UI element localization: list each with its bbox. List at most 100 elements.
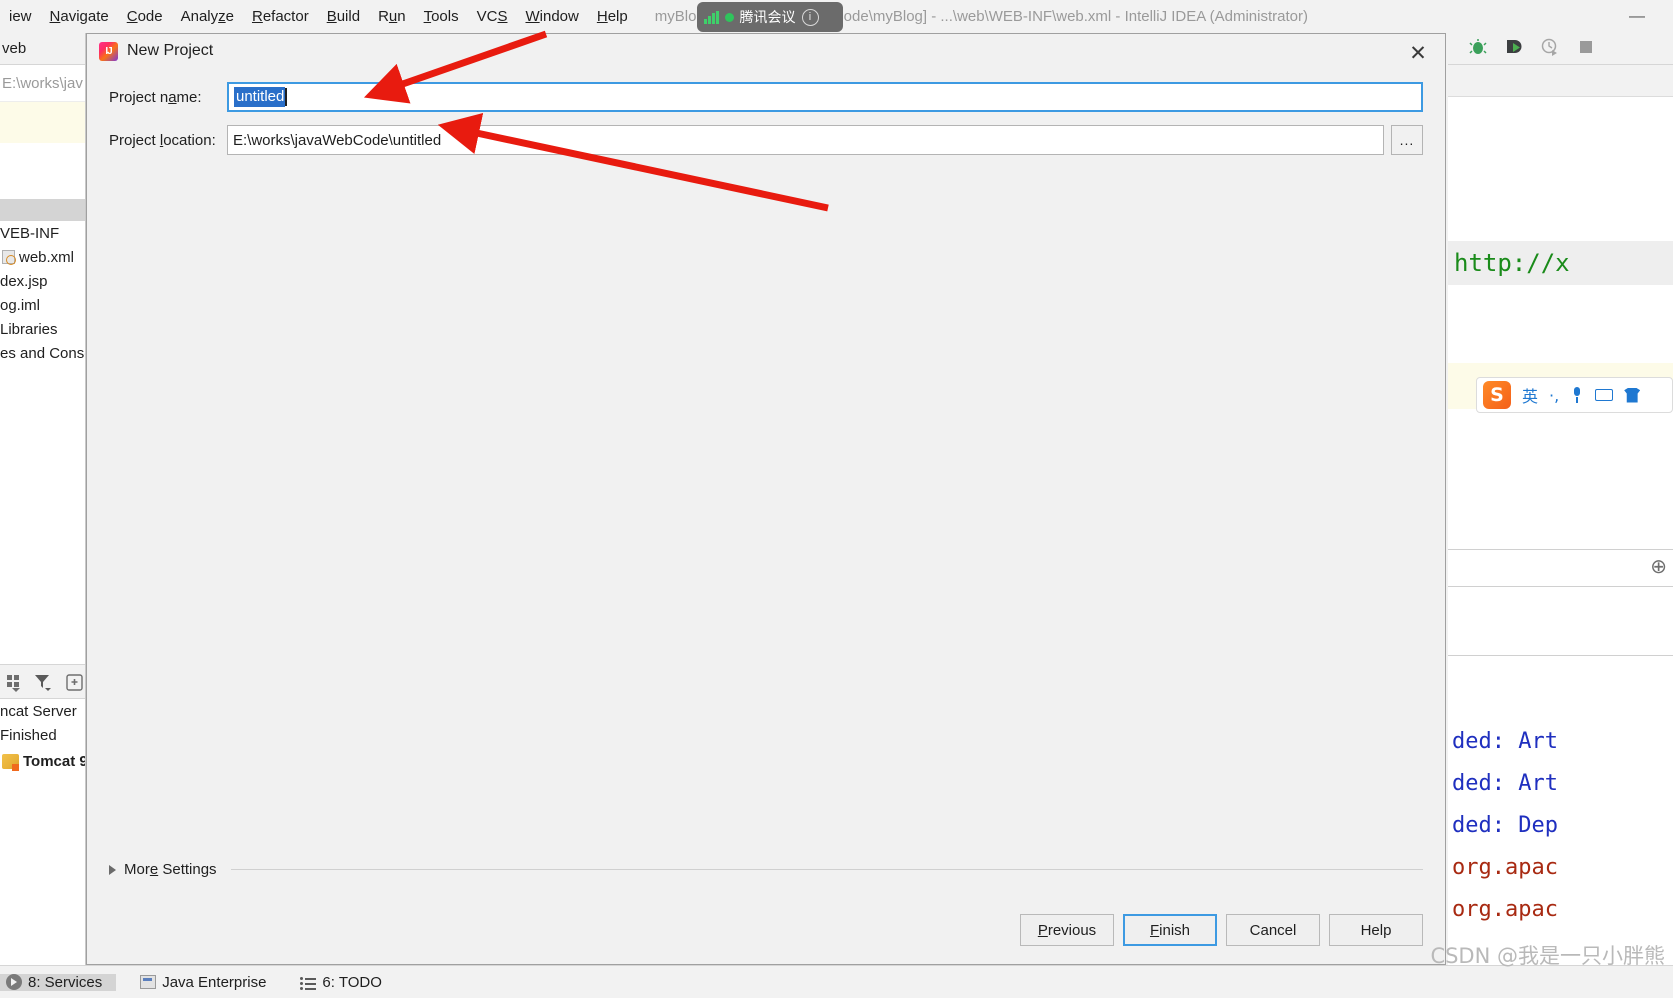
project-tab-strip[interactable]: veb bbox=[0, 33, 85, 65]
close-icon[interactable]: ✕ bbox=[1403, 40, 1433, 66]
grid-view-icon[interactable] bbox=[6, 672, 21, 692]
tree-item-iml[interactable]: og.iml bbox=[0, 293, 85, 317]
more-settings-toggle[interactable]: More Settings bbox=[109, 861, 1423, 878]
cancel-button[interactable]: Cancel bbox=[1226, 914, 1320, 946]
tomcat-label: Tomcat 9 bbox=[23, 752, 85, 770]
menu-item-help[interactable]: Help bbox=[588, 5, 637, 28]
project-location-row: Project location: E:\works\javaWebCode\u… bbox=[109, 125, 1423, 155]
tree-item-label: VEB-INF bbox=[0, 224, 60, 242]
label-part: ocation: bbox=[163, 131, 216, 149]
editor-blank-top bbox=[1448, 97, 1673, 241]
status-item-label: 8: Services bbox=[28, 973, 103, 991]
add-circle-icon[interactable]: ⊕ bbox=[1650, 554, 1667, 579]
editor-area: http://x ⊕ ded: Art ded: Art ded: Dep or… bbox=[1448, 33, 1673, 965]
menu-item-window[interactable]: Window bbox=[516, 5, 587, 28]
tree-item-webinf[interactable]: VEB-INF bbox=[0, 221, 85, 245]
previous-button[interactable]: Previous bbox=[1020, 914, 1114, 946]
run-icon[interactable] bbox=[1504, 37, 1524, 61]
dialog-body: Project name: untitled Project location:… bbox=[87, 68, 1445, 808]
panel-selected-row bbox=[0, 199, 85, 221]
project-name-value: untitled bbox=[234, 87, 286, 107]
project-name-label: Project name: bbox=[109, 89, 227, 106]
console-text: org.apac bbox=[1452, 896, 1558, 922]
new-project-dialog: New Project ✕ Project name: untitled Pro… bbox=[86, 33, 1446, 965]
status-item-todo[interactable]: 6: TODO bbox=[294, 974, 395, 991]
menu-item-view[interactable]: iew bbox=[0, 5, 41, 28]
filter-icon[interactable] bbox=[33, 672, 53, 692]
button-label: inish bbox=[1159, 921, 1191, 939]
status-item-java-enterprise[interactable]: Java Enterprise bbox=[134, 974, 280, 991]
run-toolbar bbox=[1448, 33, 1673, 65]
more-settings-label: More Settings bbox=[124, 861, 217, 878]
project-location-input[interactable]: E:\works\javaWebCode\untitled bbox=[227, 125, 1384, 155]
services-tomcat-row[interactable]: Tomcat 9 bbox=[0, 747, 85, 775]
xml-file-icon bbox=[2, 250, 16, 265]
project-location-label: Project location: bbox=[109, 132, 227, 149]
console-line: ded: Art bbox=[1448, 762, 1673, 804]
menu-item-vcs[interactable]: VCS bbox=[468, 5, 517, 28]
text-caret bbox=[285, 88, 287, 106]
status-item-label: Java Enterprise bbox=[162, 973, 267, 991]
todo-icon bbox=[300, 975, 317, 990]
ime-mode-toggle[interactable]: 英 bbox=[1522, 383, 1538, 407]
status-dot-icon bbox=[724, 12, 734, 22]
services-status-label: Finished bbox=[0, 723, 85, 747]
menu-item-navigate[interactable]: Navigate bbox=[41, 5, 118, 28]
menu-item-refactor[interactable]: Refactor bbox=[243, 5, 318, 28]
run-history-icon[interactable] bbox=[1540, 37, 1560, 61]
skin-icon[interactable] bbox=[1624, 387, 1641, 403]
console-text: ded: Art bbox=[1452, 770, 1558, 796]
tree-item-indexjsp[interactable]: dex.jsp bbox=[0, 269, 85, 293]
tree-item-label: web.xml bbox=[19, 248, 75, 266]
button-mnemonic: F bbox=[1149, 921, 1160, 939]
intellij-idea-icon bbox=[99, 41, 118, 61]
status-item-label: 6: TODO bbox=[322, 973, 382, 991]
tree-item-modules-consoles[interactable]: es and Conso bbox=[0, 341, 85, 365]
code-line-namespace[interactable]: http://x bbox=[1448, 241, 1673, 285]
tree-item-libraries[interactable]: Libraries bbox=[0, 317, 85, 341]
finish-button[interactable]: Finish bbox=[1123, 914, 1217, 946]
panel-highlight-band bbox=[0, 101, 85, 143]
signal-bars-icon bbox=[704, 10, 719, 24]
button-label: Cancel bbox=[1249, 921, 1297, 939]
label-part: Project n bbox=[109, 88, 169, 106]
project-name-row: Project name: untitled bbox=[109, 82, 1423, 112]
button-label: revious bbox=[1047, 921, 1097, 939]
console-blank bbox=[1448, 587, 1673, 655]
editor-blank-mid bbox=[1448, 285, 1673, 363]
tencent-meeting-widget[interactable]: 腾讯会议 i bbox=[697, 2, 843, 32]
keyboard-icon[interactable] bbox=[1595, 389, 1614, 401]
console-line: org.apac bbox=[1448, 888, 1673, 930]
status-bar: 8: Services Java Enterprise 6: TODO bbox=[0, 965, 1673, 998]
services-toolbar bbox=[0, 665, 85, 699]
add-icon[interactable] bbox=[65, 672, 85, 692]
menu-item-analyze[interactable]: Analyze bbox=[172, 5, 243, 28]
menu-item-code[interactable]: Code bbox=[118, 5, 172, 28]
sogou-ime-bar[interactable]: S 英 ·, bbox=[1476, 377, 1673, 413]
dialog-empty-region bbox=[109, 168, 1423, 808]
menu-item-tools[interactable]: Tools bbox=[415, 5, 468, 28]
services-server-label: ncat Server bbox=[0, 699, 85, 723]
console-text: org.apac bbox=[1452, 854, 1558, 880]
menu-item-run[interactable]: Run bbox=[369, 5, 415, 28]
help-button[interactable]: Help bbox=[1329, 914, 1423, 946]
info-icon[interactable]: i bbox=[801, 8, 819, 26]
browse-button[interactable]: ... bbox=[1391, 125, 1423, 155]
panel-blank-band bbox=[0, 143, 85, 199]
label-part: Mor bbox=[124, 861, 150, 878]
microphone-icon[interactable] bbox=[1570, 387, 1584, 403]
sogou-logo-icon[interactable]: S bbox=[1483, 381, 1511, 409]
dialog-title-bar: New Project bbox=[87, 34, 1445, 68]
debug-icon[interactable] bbox=[1468, 37, 1488, 61]
menu-item-build[interactable]: Build bbox=[318, 5, 369, 28]
ime-punctuation-toggle[interactable]: ·, bbox=[1549, 386, 1559, 405]
minimize-button[interactable]: — bbox=[1629, 8, 1645, 26]
tree-item-webxml[interactable]: web.xml bbox=[0, 245, 85, 269]
status-item-services[interactable]: 8: Services bbox=[0, 973, 117, 991]
project-name-input[interactable]: untitled bbox=[227, 82, 1423, 112]
editor-tab-row[interactable] bbox=[1448, 65, 1673, 97]
console-text: ded: Dep bbox=[1452, 812, 1558, 838]
stop-icon[interactable] bbox=[1576, 37, 1596, 61]
dialog-button-bar: Previous Finish Cancel Help bbox=[1020, 914, 1423, 946]
java-enterprise-icon bbox=[140, 975, 157, 989]
